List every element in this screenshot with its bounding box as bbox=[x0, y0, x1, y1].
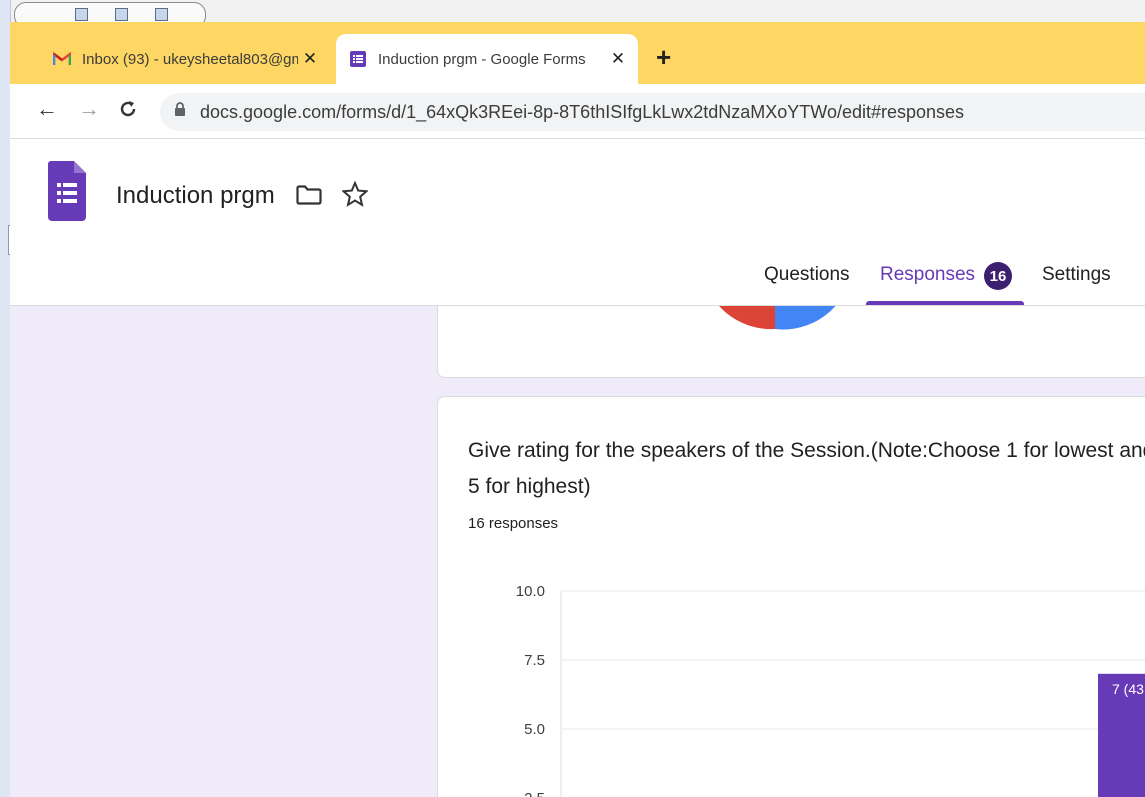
tab-forms[interactable]: Induction prgm - Google Forms ✕ bbox=[336, 34, 638, 84]
forward-icon[interactable]: → bbox=[78, 96, 100, 122]
pie-slice-blue bbox=[775, 306, 836, 330]
close-icon[interactable]: ✕ bbox=[606, 49, 630, 69]
y-tick-label: 10.0 bbox=[516, 583, 545, 600]
url-text: docs.google.com/forms/d/1_64xQk3REei-8p-… bbox=[200, 101, 965, 122]
save-icon[interactable] bbox=[75, 8, 88, 21]
tab-responses[interactable]: Responses bbox=[880, 264, 975, 286]
close-icon[interactable]: ✕ bbox=[298, 49, 322, 69]
back-icon[interactable]: ← bbox=[36, 96, 58, 122]
tab-title: Inbox (93) - ukeysheetal803@gm bbox=[82, 50, 298, 68]
reload-icon[interactable] bbox=[118, 96, 138, 125]
pie-chart-card bbox=[437, 306, 1145, 378]
question-card: Give rating for the speakers of the Sess… bbox=[437, 396, 1145, 797]
responses-content: Give rating for the speakers of the Sess… bbox=[10, 306, 1145, 797]
new-tab-button[interactable]: + bbox=[656, 42, 671, 73]
form-title[interactable]: Induction prgm bbox=[116, 182, 275, 210]
tab-gmail[interactable]: Inbox (93) - ukeysheetal803@gm ✕ bbox=[40, 34, 330, 84]
lock-icon bbox=[174, 102, 186, 122]
gmail-icon bbox=[52, 49, 72, 69]
browser-toolbar: ← → docs.google.com/forms/d/1_64xQk3REei… bbox=[10, 84, 1145, 139]
tab-questions[interactable]: Questions bbox=[764, 264, 850, 286]
folder-icon[interactable] bbox=[296, 185, 322, 210]
pie-chart-fragment bbox=[719, 306, 836, 330]
tab-title: Induction prgm - Google Forms bbox=[378, 50, 586, 68]
y-tick-label: 2.5 bbox=[524, 790, 545, 797]
toolbar-icon[interactable] bbox=[115, 8, 128, 21]
forms-icon[interactable] bbox=[48, 161, 86, 226]
browser-tab-bar: Inbox (93) - ukeysheetal803@gm ✕ Inducti… bbox=[10, 22, 1145, 84]
star-icon[interactable] bbox=[341, 180, 369, 212]
toolbar-icon[interactable] bbox=[155, 8, 168, 21]
active-tab-indicator bbox=[866, 301, 1024, 305]
forms-icon bbox=[348, 49, 368, 69]
form-nav-tabs: Questions Responses 16 Settings bbox=[10, 259, 1145, 305]
os-window-strip bbox=[0, 0, 1145, 22]
forms-header: Induction prgm Questions Responses 16 Se… bbox=[10, 139, 1145, 306]
os-quick-access-toolbar bbox=[14, 2, 206, 22]
responses-count-badge: 16 bbox=[984, 262, 1012, 290]
y-tick-label: 7.5 bbox=[524, 652, 545, 669]
tab-settings[interactable]: Settings bbox=[1042, 264, 1111, 286]
y-tick-label: 5.0 bbox=[524, 721, 545, 738]
bar-data-label: 7 (43 bbox=[1112, 681, 1144, 697]
address-bar[interactable]: docs.google.com/forms/d/1_64xQk3REei-8p-… bbox=[160, 93, 1145, 131]
bar-chart: 10.0 7.5 5.0 2.5 7 (43 bbox=[516, 583, 1145, 797]
pie-slice-red bbox=[719, 306, 775, 330]
